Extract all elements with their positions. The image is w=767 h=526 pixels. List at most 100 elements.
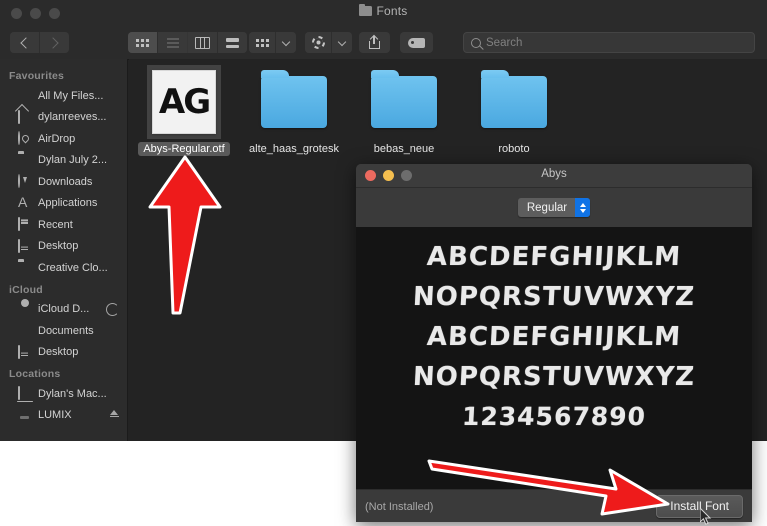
sidebar-item-airdrop[interactable]: AirDrop: [0, 128, 127, 150]
list-view-icon: [166, 37, 179, 48]
gallery-view-icon: [226, 37, 239, 48]
gear-icon: [311, 36, 325, 49]
sidebar-item-applications[interactable]: Applications: [0, 193, 127, 215]
sidebar-item-documents[interactable]: Documents: [0, 320, 127, 342]
finder-window-title: Fonts: [0, 4, 767, 18]
sidebar-section-locations-header: Locations: [9, 368, 61, 380]
sidebar-section-favourites-header: Favourites: [9, 70, 65, 82]
eject-icon[interactable]: [109, 409, 119, 418]
view-mode-segmented-control: [128, 32, 247, 53]
cloud-icon: [18, 303, 32, 316]
desktop-icon: [18, 344, 32, 359]
sidebar-item-label: Creative Clo...: [38, 261, 108, 274]
folder-icon: [18, 261, 32, 274]
group-by-dropdown[interactable]: [249, 32, 296, 53]
sidebar-item-dylan-july[interactable]: Dylan July 2...: [0, 150, 127, 172]
view-as-columns-button[interactable]: [188, 32, 218, 53]
sidebar-item-lumix[interactable]: LUMIX: [0, 405, 127, 427]
group-by-chevron-button[interactable]: [276, 32, 296, 53]
sidebar-item-downloads[interactable]: Downloads: [0, 171, 127, 193]
preview-line: NOPQRSTUVWXYZ: [412, 362, 696, 392]
sidebar-item-desktop[interactable]: Desktop: [0, 236, 127, 258]
finder-toolbar: Search: [0, 26, 767, 60]
sidebar-section-icloud-header: iCloud: [9, 283, 43, 296]
icon-view-icon: [136, 38, 149, 47]
document-icon: [18, 89, 32, 102]
view-as-icons-button[interactable]: [128, 32, 158, 53]
sidebar-item-icloud-desktop[interactable]: Desktop: [0, 342, 127, 364]
chevron-down-icon: [281, 37, 291, 46]
sidebar-item-creative-cloud[interactable]: Creative Clo...: [0, 257, 127, 279]
file-label: roboto: [498, 143, 530, 155]
file-item-abys-regular[interactable]: AG Abys-Regular.otf: [129, 64, 239, 161]
abys-titlebar: Abys: [356, 164, 752, 188]
file-item-roboto[interactable]: roboto: [459, 64, 569, 161]
file-item-bebas-neue[interactable]: bebas_neue: [349, 64, 459, 161]
sidebar-item-label: Dylan's Mac...: [38, 387, 107, 400]
install-font-button[interactable]: Install Font: [656, 495, 743, 518]
view-as-gallery-button[interactable]: [218, 32, 247, 53]
folder-icon: [261, 70, 327, 128]
search-input[interactable]: Search: [463, 32, 755, 53]
home-icon: [18, 109, 32, 124]
sidebar-item-label: Applications: [38, 197, 98, 210]
back-button[interactable]: [10, 32, 40, 53]
sidebar-item-all-my-files[interactable]: All My Files...: [0, 85, 127, 107]
preview-line-numerals: 1234567890: [461, 402, 647, 431]
preview-line: ABCDEFGHIJKLM: [426, 322, 682, 352]
share-button[interactable]: [359, 32, 390, 53]
file-icon-wrap: [349, 64, 459, 140]
sidebar-item-label: AirDrop: [38, 132, 76, 145]
downloads-icon: [18, 174, 32, 189]
share-icon: [369, 34, 380, 49]
sidebar-item-dylans-mac[interactable]: Dylan's Mac...: [0, 383, 127, 405]
chevron-left-icon: [20, 36, 32, 49]
recent-icon: [18, 217, 32, 232]
desktop-icon: [18, 238, 32, 253]
view-as-list-button[interactable]: [158, 32, 188, 53]
computer-icon: [18, 386, 32, 401]
edit-tags-button[interactable]: [400, 32, 433, 53]
forward-button[interactable]: [40, 32, 69, 53]
sidebar-item-label: All My Files...: [38, 89, 104, 102]
abys-bottom-bar: (Not Installed) Install Font: [356, 489, 752, 522]
font-style-value: Regular: [526, 201, 568, 214]
action-menu-chevron-button[interactable]: [332, 32, 352, 53]
folder-icon: [18, 154, 32, 167]
font-style-dropdown[interactable]: Regular: [517, 198, 591, 217]
navigation-buttons: [10, 32, 69, 53]
search-icon: [471, 37, 481, 48]
file-item-alte-haas-grotesk[interactable]: alte_haas_grotesk: [239, 64, 349, 161]
applications-icon: [18, 197, 32, 210]
file-icon-wrap: [459, 64, 569, 140]
file-icon-wrap: AG: [129, 64, 239, 140]
action-menu-button[interactable]: [305, 32, 332, 53]
install-status-text: (Not Installed): [365, 500, 434, 513]
abys-window-title: Abys: [541, 168, 567, 180]
stepper-arrows-icon[interactable]: [575, 198, 591, 217]
action-menu-dropdown[interactable]: [305, 32, 352, 53]
file-icon-wrap: [239, 64, 349, 140]
sidebar-item-label: Desktop: [38, 346, 79, 359]
tag-icon: [408, 37, 425, 48]
edit-tags-button-inner[interactable]: [400, 32, 433, 53]
finder-titlebar: Fonts: [0, 0, 767, 27]
chevron-down-icon: [337, 37, 347, 46]
sidebar-item-label: LUMIX: [38, 409, 72, 422]
share-button-inner[interactable]: [359, 32, 390, 53]
column-view-icon: [195, 36, 210, 49]
folder-icon: [359, 4, 373, 16]
finder-title-text: Fonts: [376, 4, 408, 18]
sidebar-item-icloud-drive[interactable]: iCloud D...: [0, 299, 127, 321]
sidebar-item-recent[interactable]: Recent: [0, 214, 127, 236]
preview-line: ABCDEFGHIJKLM: [426, 242, 682, 272]
sidebar-item-label: Documents: [38, 324, 94, 337]
group-by-button[interactable]: [249, 32, 276, 53]
sidebar-item-label: Downloads: [38, 175, 93, 188]
sidebar-item-dylanreeves[interactable]: dylanreeves...: [0, 107, 127, 129]
file-label: Abys-Regular.otf: [138, 142, 230, 156]
group-by-icon: [255, 38, 269, 47]
abys-control-bar: Regular: [356, 188, 752, 227]
drive-icon: [18, 409, 32, 422]
airdrop-icon: [18, 131, 32, 146]
